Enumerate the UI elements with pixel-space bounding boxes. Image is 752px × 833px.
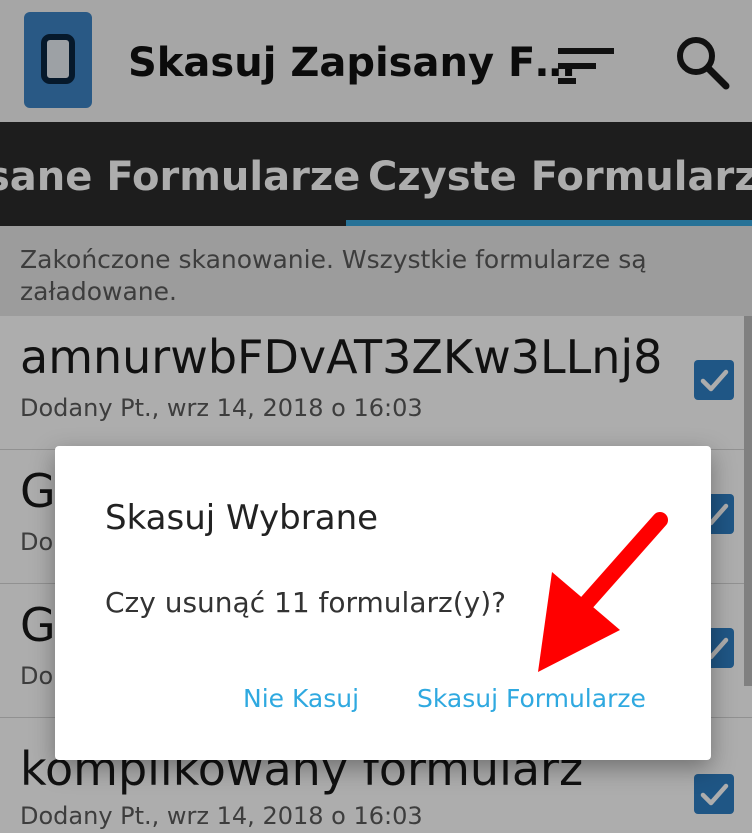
delete-forms-button[interactable]: Skasuj Formularze [417, 684, 646, 713]
cancel-button[interactable]: Nie Kasuj [243, 684, 359, 713]
red-arrow-annotation [538, 512, 668, 672]
dialog-title: Skasuj Wybrane [105, 498, 379, 538]
dialog-message: Czy usunąć 11 formularz(y)? [105, 586, 506, 619]
